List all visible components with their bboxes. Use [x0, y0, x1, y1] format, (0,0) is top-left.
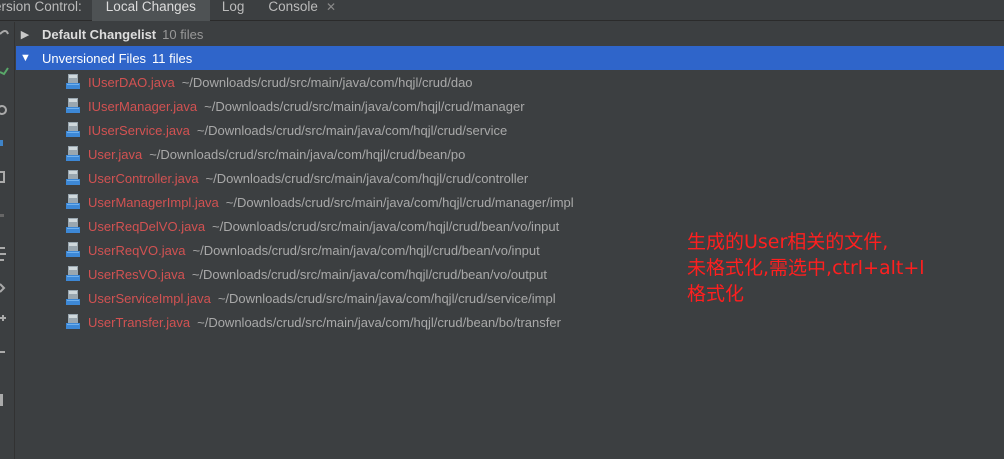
java-file-icon [66, 97, 82, 115]
annotation-line: 未格式化,需选中,ctrl+alt+l [687, 257, 925, 279]
file-path: ~/Downloads/crud/src/main/java/com/hqjl/… [197, 314, 561, 330]
group-by-icon[interactable] [0, 247, 6, 261]
file-row[interactable]: IUserDAO.java ~/Downloads/crud/src/main/j… [16, 70, 1004, 94]
file-path: ~/Downloads/crud/src/main/java/com/hqjl/… [212, 218, 560, 234]
tab-label: Console [268, 0, 318, 14]
file-row[interactable]: UserController.java ~/Downloads/crud/src/… [16, 166, 1004, 190]
file-row[interactable]: IUserManager.java ~/Downloads/crud/src/ma… [16, 94, 1004, 118]
rollback-icon[interactable] [0, 105, 7, 115]
file-name: IUserService.java [88, 122, 190, 138]
java-file-icon [66, 265, 82, 283]
java-file-icon [66, 145, 82, 163]
tab-label: Log [221, 0, 245, 14]
file-path: ~/Downloads/crud/src/main/java/com/hqjl/… [204, 98, 525, 114]
expand-all-icon[interactable] [0, 283, 6, 293]
file-row[interactable]: User.java ~/Downloads/crud/src/main/java/… [16, 142, 1004, 166]
file-name: UserServiceImpl.java [88, 290, 211, 306]
changelist-unversioned[interactable]: ▼ Unversioned Files 11 files [16, 46, 1004, 70]
file-path: ~/Downloads/crud/src/main/java/com/hqjl/… [191, 266, 547, 282]
commit-check-icon[interactable] [0, 67, 9, 76]
annotation-line: 格式化 [687, 283, 745, 305]
tab-log[interactable]: Log [210, 0, 257, 21]
file-name: IUserManager.java [88, 98, 198, 114]
java-file-icon [66, 313, 82, 331]
tab-console[interactable]: Console ✕ [256, 0, 348, 21]
refresh-icon[interactable] [0, 30, 9, 35]
java-file-icon [66, 121, 82, 139]
file-name: UserReqVO.java [88, 242, 186, 258]
collapse-all-icon[interactable] [0, 315, 6, 321]
annotation-note: 生成的User相关的文件, 未格式化,需选中,ctrl+alt+l 格式化 [687, 229, 987, 307]
changelist-count: 11 files [152, 50, 193, 66]
changelist-count: 10 files [162, 26, 204, 42]
tool-window-tabbar: ersion Control: Local Changes Log Consol… [0, 0, 1004, 21]
file-path: ~/Downloads/crud/src/main/java/com/hqjl/… [181, 74, 473, 90]
java-file-icon [66, 193, 82, 211]
file-path: ~/Downloads/crud/src/main/java/com/hqjl/… [217, 290, 556, 306]
file-path: ~/Downloads/crud/src/main/java/com/hqjl/… [205, 170, 529, 186]
changelist-name: Default Changelist [42, 26, 157, 42]
left-toolbar [0, 22, 15, 459]
java-file-icon [66, 169, 82, 187]
file-name: UserManagerImpl.java [88, 194, 219, 210]
java-file-icon [66, 73, 82, 91]
file-name: UserReqDelVO.java [88, 218, 206, 234]
toolbar-icons [0, 30, 9, 406]
separator-icon [0, 140, 3, 146]
tab-local-changes[interactable]: Local Changes [91, 0, 210, 21]
shelve-icon[interactable] [0, 214, 4, 217]
file-path: ~/Downloads/crud/src/main/java/com/hqjl/… [149, 146, 466, 162]
changelist-default[interactable]: ▶ Default Changelist 10 files [16, 22, 1004, 46]
file-row[interactable]: UserTransfer.java ~/Downloads/crud/src/ma… [16, 310, 1004, 334]
java-file-icon [66, 217, 82, 235]
collapsed-arrow-icon[interactable]: ▶ [20, 28, 30, 41]
help-icon[interactable] [0, 394, 3, 406]
file-path: ~/Downloads/crud/src/main/java/com/hqjl/… [225, 194, 574, 210]
file-path: ~/Downloads/crud/src/main/java/com/hqjl/… [196, 122, 508, 138]
file-name: IUserDAO.java [88, 74, 175, 90]
close-icon[interactable]: ✕ [326, 0, 336, 14]
version-control-label: ersion Control: [0, 0, 82, 14]
file-name: UserController.java [88, 170, 199, 186]
annotation-line: 生成的User相关的文件, [687, 231, 889, 253]
changelist-name: Unversioned Files [42, 50, 147, 66]
diff-icon[interactable] [0, 171, 5, 183]
java-file-icon [66, 289, 82, 307]
tab-label: Local Changes [105, 0, 196, 14]
file-path: ~/Downloads/crud/src/main/java/com/hqjl/… [192, 242, 540, 258]
file-name: UserTransfer.java [88, 314, 191, 330]
file-name: User.java [88, 146, 143, 162]
file-row[interactable]: UserManagerImpl.java ~/Downloads/crud/src… [16, 190, 1004, 214]
java-file-icon [66, 241, 82, 259]
expanded-arrow-icon[interactable]: ▼ [20, 52, 31, 64]
file-name: UserResVO.java [88, 266, 185, 282]
file-row[interactable]: IUserService.java ~/Downloads/crud/src/ma… [16, 118, 1004, 142]
